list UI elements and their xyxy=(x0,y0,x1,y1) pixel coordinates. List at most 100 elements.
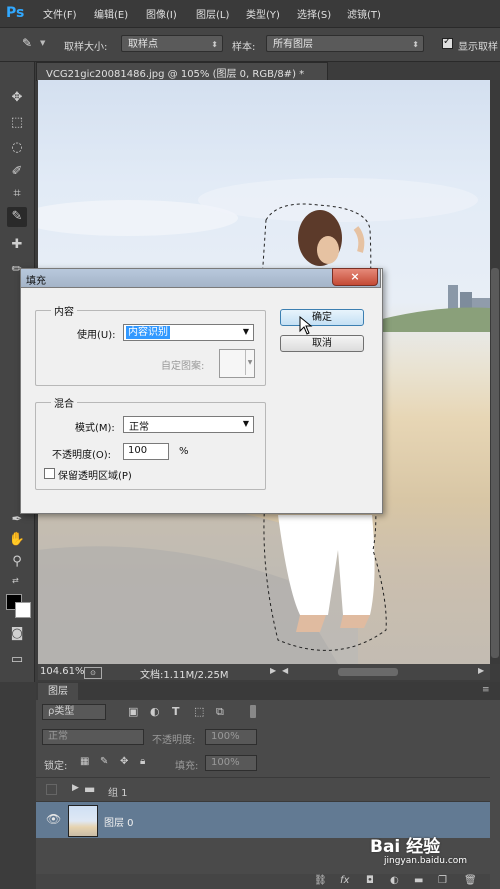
use-select[interactable]: 内容识别 ▼ xyxy=(123,324,254,341)
sample-size-label: 取样大小: xyxy=(64,42,108,53)
menu-bar: Ps 文件(F) 编辑(E) 图像(I) 图层(L) 类型(Y) 选择(S) 滤… xyxy=(0,0,500,28)
sample-select[interactable]: 所有图层 ⬍ xyxy=(266,35,424,52)
zoom-tool-icon[interactable]: ⚲ xyxy=(7,552,27,572)
tab-layers[interactable]: 图层 xyxy=(38,683,78,700)
swap-colors-icon[interactable]: ⇄ xyxy=(12,576,19,585)
dropdown-arrow-icon: ▼ xyxy=(242,327,249,336)
layers-footer: ⛓ fx ◘ ◐ ▬ ❐ 🗑︎ xyxy=(36,874,490,889)
fill-dialog-title: 填充 xyxy=(26,276,46,287)
layer-fill-input[interactable]: 100% xyxy=(205,755,257,771)
lasso-tool-icon[interactable]: ◌ xyxy=(7,138,27,158)
layer-name: 图层 0 xyxy=(104,818,134,829)
panel-menu-icon[interactable]: ≡ xyxy=(482,685,490,695)
baidu-brand: Bai 经验 xyxy=(370,837,441,857)
content-group-label: 内容 xyxy=(51,303,77,318)
layer-name: 组 1 xyxy=(108,788,128,799)
lock-paint-icon[interactable]: ✎ xyxy=(100,756,108,767)
eyedropper-tool-icon[interactable]: ✎ xyxy=(7,207,27,227)
layer-filter-select[interactable]: ρ类型 xyxy=(42,704,106,720)
layer-fill-value: 100% xyxy=(211,757,240,768)
updown-arrow-icon: ⬍ xyxy=(211,40,218,49)
baidu-url: jingyan.baidu.com xyxy=(384,856,468,866)
sample-value: 所有图层 xyxy=(273,39,313,50)
quick-mask-icon[interactable]: ◙ xyxy=(7,624,27,644)
layer-filter-value: ρ类型 xyxy=(48,706,75,717)
layers-panel-tabbar xyxy=(36,682,500,700)
crop-tool-icon[interactable]: ⌗ xyxy=(7,184,27,204)
preserve-transparency-checkbox[interactable] xyxy=(44,468,55,479)
layer-style-fx-icon[interactable]: fx xyxy=(340,875,349,886)
eye-icon[interactable]: 👁︎ xyxy=(46,812,61,826)
show-ring-label: 显示取样 xyxy=(458,42,498,53)
zoom-level[interactable]: 104.61% xyxy=(40,666,85,677)
fill-label: 填充: xyxy=(175,761,199,772)
photoshop-logo: Ps xyxy=(6,5,25,21)
quick-select-tool-icon[interactable]: ✐ xyxy=(7,162,27,182)
custom-pattern-picker[interactable]: ▼ xyxy=(219,349,255,378)
scroll-left-arrow-icon[interactable]: ◀ xyxy=(282,666,288,675)
layer-opacity-input[interactable]: 100% xyxy=(205,729,257,745)
blend-group-label: 混合 xyxy=(51,395,77,410)
opacity-input[interactable]: 100 xyxy=(123,443,169,460)
healing-brush-tool-icon[interactable]: ✚ xyxy=(7,235,27,255)
menu-select[interactable]: 选择(S) xyxy=(297,6,331,21)
menu-filter[interactable]: 滤镜(T) xyxy=(347,6,381,21)
marquee-tool-icon[interactable]: ⬚ xyxy=(7,113,27,133)
lock-position-icon[interactable]: ✥ xyxy=(120,756,128,767)
show-ring-checkbox[interactable] xyxy=(442,36,453,49)
expand-arrow-icon[interactable]: ▶ xyxy=(72,783,79,793)
folder-icon: ▬ xyxy=(84,782,96,796)
use-select-value: 内容识别 xyxy=(126,326,170,339)
mode-label: 模式(M): xyxy=(75,423,115,434)
mode-select[interactable]: 正常 ▼ xyxy=(123,416,254,433)
filter-toggle-switch[interactable] xyxy=(250,705,256,718)
sample-size-select[interactable]: 取样点 ⬍ xyxy=(121,35,223,52)
layer-opacity-label: 不透明度: xyxy=(152,735,196,746)
baidu-watermark: Bai 经验 jingyan.baidu.com xyxy=(370,832,495,876)
filter-adjustment-icon[interactable]: ◐ xyxy=(150,705,160,718)
layer-thumbnail xyxy=(68,805,98,837)
add-mask-icon[interactable]: ◘ xyxy=(366,875,374,886)
visibility-toggle[interactable] xyxy=(46,784,57,795)
status-icon: ⊙ xyxy=(84,667,102,679)
layer-opacity-value: 100% xyxy=(211,731,240,742)
filter-smart-object-icon[interactable]: ⧉ xyxy=(216,705,224,719)
menu-layer[interactable]: 图层(L) xyxy=(196,6,229,21)
adjustment-layer-icon[interactable]: ◐ xyxy=(390,875,399,886)
eyedropper-icon[interactable]: ✎ xyxy=(22,36,32,50)
document-tab-title: VCG21gic20081486.jpg @ 105% (图层 0, RGB/8… xyxy=(46,69,305,80)
document-size-info: 文档:1.11M/2.25M xyxy=(140,670,229,681)
tool-preset-chevron-icon[interactable]: ▼ xyxy=(40,39,45,47)
link-layers-icon[interactable]: ⛓ xyxy=(314,875,327,886)
move-tool-icon[interactable]: ✥ xyxy=(7,88,27,108)
opacity-value: 100 xyxy=(128,445,148,456)
menu-edit[interactable]: 编辑(E) xyxy=(94,6,128,21)
delete-layer-icon[interactable]: 🗑︎ xyxy=(464,875,477,886)
hand-tool-icon[interactable]: ✋ xyxy=(7,530,27,550)
cancel-button[interactable]: 取消 xyxy=(280,335,364,352)
lock-all-icon[interactable]: 🔒︎ xyxy=(140,756,145,767)
lock-label: 锁定: xyxy=(44,761,68,772)
filter-pixel-icon[interactable]: ▣ xyxy=(128,705,138,718)
screen-mode-icon[interactable]: ▭ xyxy=(7,650,27,670)
dropdown-arrow-icon: ▼ xyxy=(242,419,249,428)
filter-shape-icon[interactable]: ⬚ xyxy=(194,705,204,718)
lock-transparent-icon[interactable]: ▦ xyxy=(80,756,89,767)
fill-dialog-titlebar[interactable] xyxy=(20,268,381,288)
filter-type-icon[interactable]: T xyxy=(172,705,180,718)
canvas-vertical-scroll-thumb[interactable] xyxy=(491,268,499,658)
background-color-swatch[interactable] xyxy=(15,602,31,618)
canvas-horizontal-scroll-thumb[interactable] xyxy=(338,668,398,676)
ok-button[interactable]: 确定 xyxy=(280,309,364,326)
new-layer-icon[interactable]: ❐ xyxy=(438,875,447,886)
menu-type[interactable]: 类型(Y) xyxy=(246,6,280,21)
dialog-close-button[interactable]: × xyxy=(332,268,378,286)
new-group-icon[interactable]: ▬ xyxy=(414,875,423,886)
layer-row-group-1[interactable]: ▶ ▬ 组 1 xyxy=(36,777,490,802)
blend-mode-select[interactable]: 正常 xyxy=(42,729,144,745)
menu-image[interactable]: 图像(I) xyxy=(146,6,177,21)
menu-file[interactable]: 文件(F) xyxy=(43,6,77,21)
status-menu-arrow-icon[interactable]: ▶ xyxy=(270,666,276,675)
pattern-picker-arrow-icon: ▼ xyxy=(245,350,254,375)
scroll-right-arrow-icon[interactable]: ▶ xyxy=(478,666,484,675)
